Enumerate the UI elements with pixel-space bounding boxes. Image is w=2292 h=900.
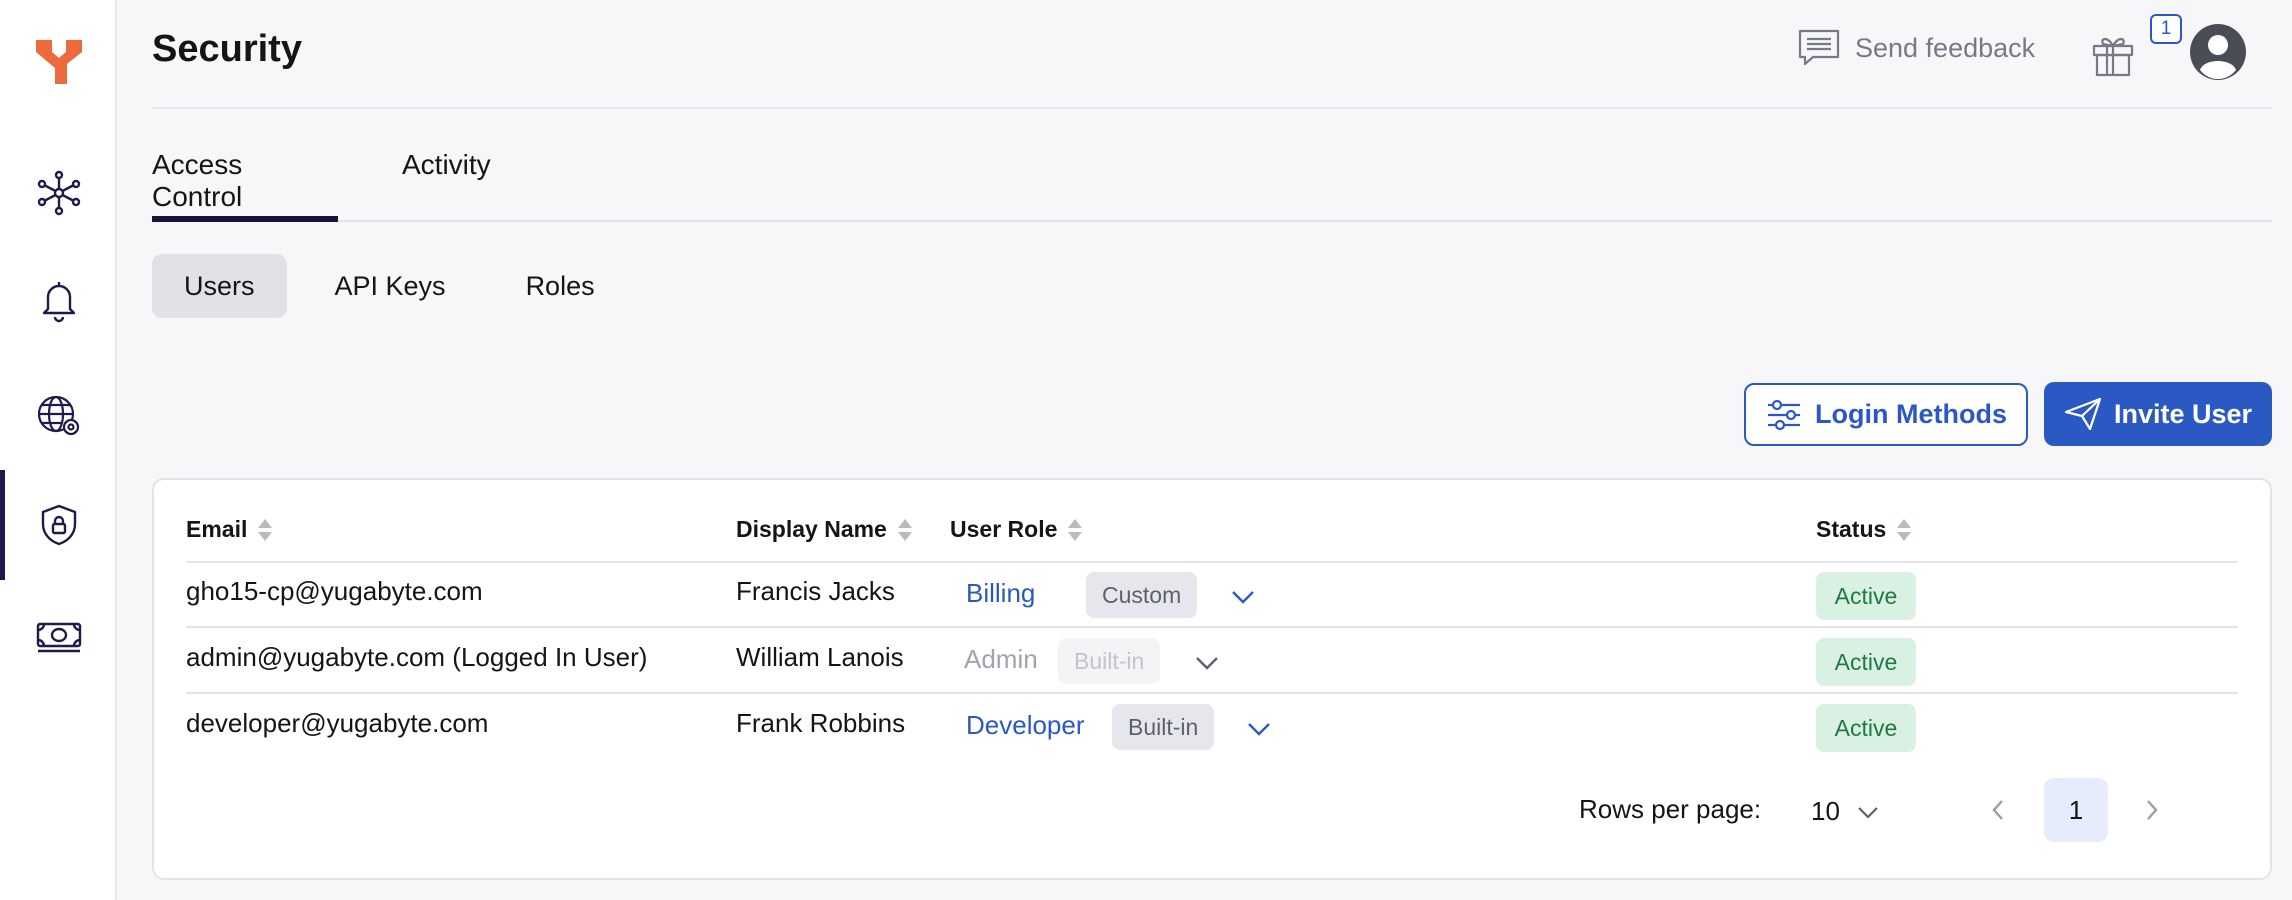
sort-icon (258, 518, 273, 541)
row-email: admin@yugabyte.com (Logged In User) (186, 642, 648, 672)
rows-per-page-label: Rows per page: (1579, 794, 1762, 824)
sub-tabs: Users API Keys Roles (152, 254, 643, 318)
row-display-name: William Lanois (736, 642, 904, 672)
column-header-user-role[interactable]: User Role (950, 516, 1083, 543)
security-shield-icon (41, 504, 76, 546)
subtab-users[interactable]: Users (152, 254, 287, 318)
yugabyte-logo[interactable] (34, 38, 84, 86)
tab-activity[interactable]: Activity (402, 149, 491, 222)
status-badge: Active (1816, 704, 1916, 752)
previous-page-button[interactable] (1978, 790, 2018, 830)
row-divider (186, 626, 2238, 628)
networking-globe-icon (37, 395, 79, 436)
sidebar-item-networking[interactable] (0, 360, 117, 470)
role-type-chip: Built-in (1058, 638, 1161, 684)
alerts-bell-icon (42, 282, 75, 323)
chevron-down-icon (1858, 806, 1878, 819)
subtab-roles[interactable]: Roles (494, 254, 627, 318)
row-divider (186, 692, 2238, 694)
row-role-name[interactable]: Billing (966, 578, 1035, 609)
row-display-name: Francis Jacks (736, 576, 895, 606)
rows-per-page-value: 10 (1811, 796, 1840, 826)
row-role-name[interactable]: Developer (966, 710, 1085, 741)
tab-access-control[interactable]: Access Control (152, 149, 338, 222)
rows-per-page-select[interactable]: 10 (1811, 796, 1880, 827)
user-avatar[interactable] (2188, 22, 2248, 82)
header-divider (186, 561, 2238, 563)
main-tabs: Access Control Activity (152, 109, 2272, 222)
sort-icon (897, 518, 912, 541)
row-display-name: Frank Robbins (736, 708, 906, 738)
column-header-email[interactable]: Email (186, 516, 273, 543)
send-feedback-button[interactable]: Send feedback (1797, 28, 2035, 68)
invite-user-button[interactable]: Invite User (2044, 382, 2272, 446)
login-methods-label: Login Methods (1815, 399, 2007, 429)
sidebar-item-security[interactable] (0, 470, 117, 580)
subtab-api-keys[interactable]: API Keys (303, 254, 478, 318)
role-dropdown-chevron-icon[interactable] (1246, 720, 1272, 738)
notification-badge: 1 (2150, 14, 2182, 44)
page-title: Security (152, 28, 302, 70)
page-header: Security Send feedback 1 (152, 0, 2272, 109)
sidebar (0, 0, 117, 900)
chevron-right-icon (2147, 800, 2158, 820)
sort-icon (1068, 518, 1083, 541)
status-badge: Active (1816, 638, 1916, 686)
sidebar-item-billing[interactable] (0, 582, 117, 692)
role-type-chip: Built-in (1112, 704, 1215, 750)
role-dropdown-chevron-icon[interactable] (1230, 588, 1256, 606)
whats-new-button[interactable]: 1 (2090, 14, 2182, 82)
sort-icon (1897, 518, 1912, 541)
role-dropdown-chevron-icon (1196, 657, 1218, 670)
current-page-button[interactable]: 1 (2044, 778, 2108, 842)
next-page-button[interactable] (2132, 790, 2172, 830)
row-role-name: Admin (964, 644, 1038, 674)
row-email: developer@yugabyte.com (186, 708, 489, 738)
status-badge: Active (1816, 572, 1916, 620)
invite-user-label: Invite User (2113, 398, 2253, 429)
gift-icon (2092, 37, 2134, 77)
send-paper-plane-icon (2064, 397, 2102, 431)
sliders-icon (1768, 399, 1801, 430)
send-feedback-label: Send feedback (1855, 32, 2036, 63)
billing-money-icon (36, 622, 81, 653)
sidebar-item-alerts[interactable] (0, 245, 117, 355)
login-methods-button[interactable]: Login Methods (1744, 383, 2028, 446)
column-header-display-name[interactable]: Display Name (736, 516, 913, 543)
sidebar-item-clusters[interactable] (0, 138, 117, 248)
chevron-left-icon (1992, 800, 2003, 820)
users-table-card: Email Display Name User Role Status gho1… (152, 478, 2272, 880)
clusters-icon (37, 170, 80, 216)
user-avatar-icon (2190, 24, 2246, 80)
row-email: gho15-cp@yugabyte.com (186, 576, 483, 606)
role-type-chip: Custom (1086, 572, 1198, 618)
column-header-status[interactable]: Status (1816, 516, 1912, 543)
feedback-chat-icon (1798, 29, 1840, 66)
